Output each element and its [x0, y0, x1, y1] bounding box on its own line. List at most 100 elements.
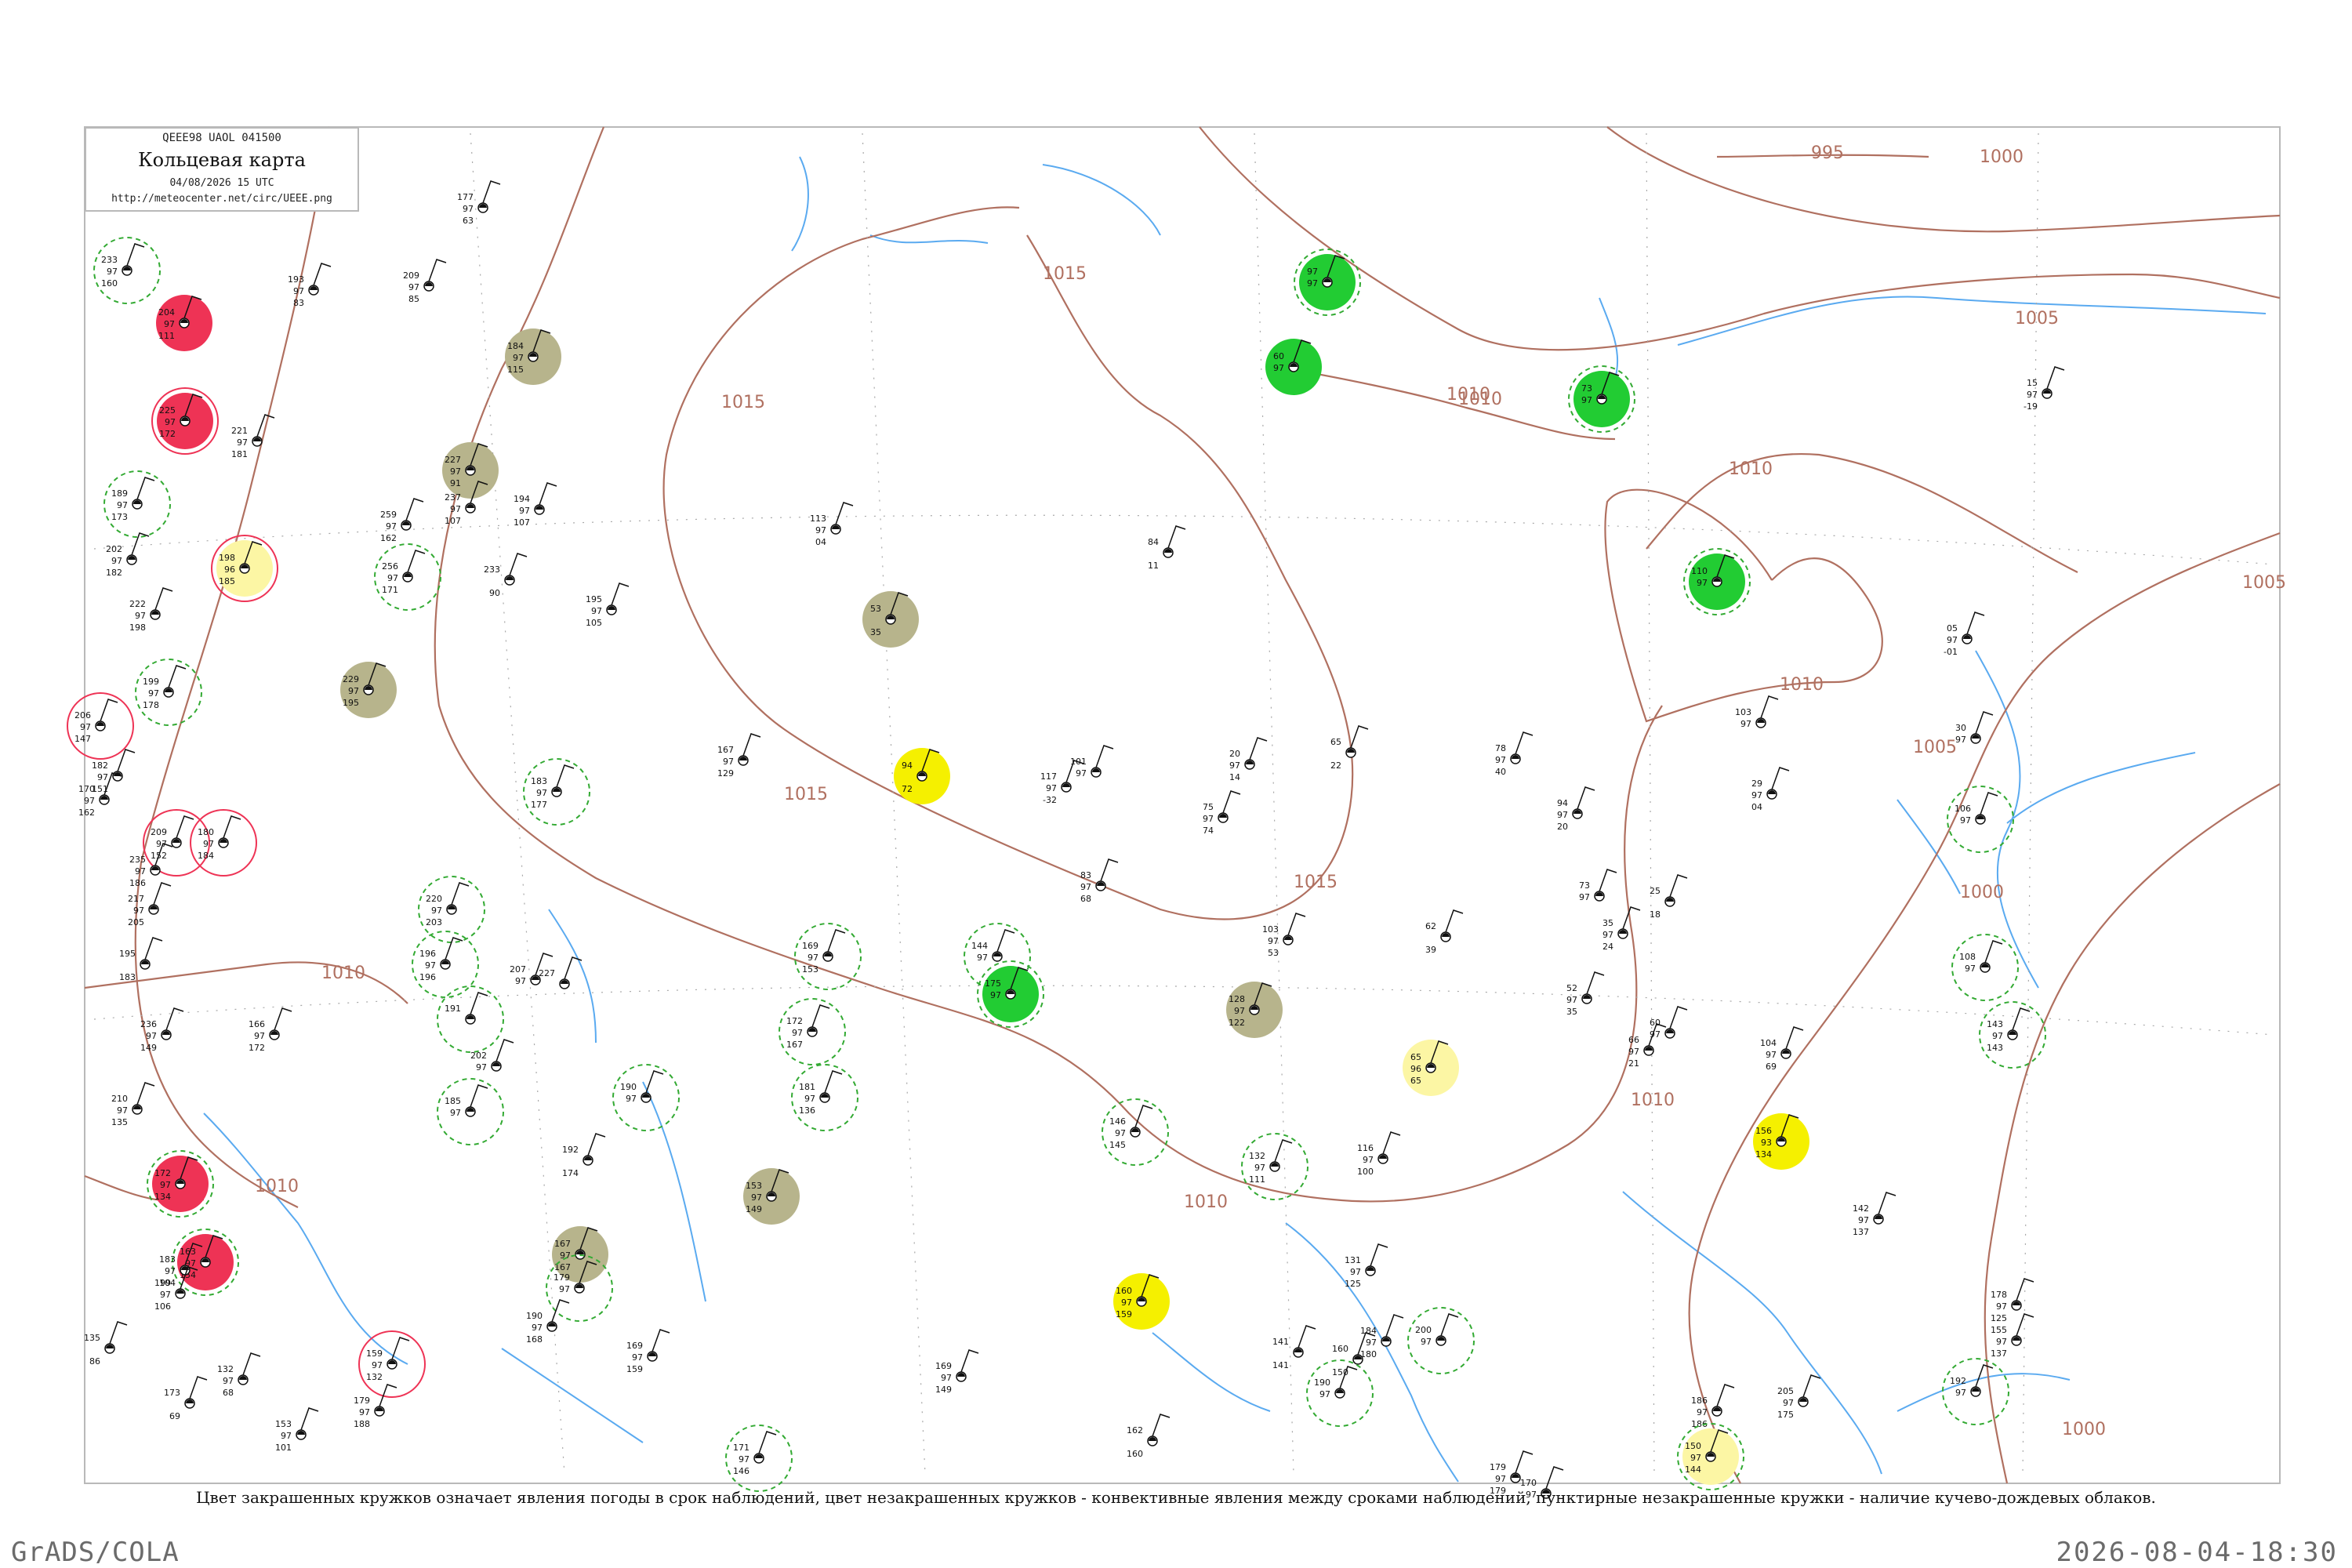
pressure-tendency-value: 97	[559, 1284, 570, 1294]
pressure-tendency-value: 97	[515, 976, 526, 986]
pressure-tendency-value: 97	[1121, 1298, 1132, 1308]
dewpoint-value: -01	[1944, 647, 1958, 657]
isobar-label: 1005	[2015, 309, 2059, 328]
temperature-value: 185	[445, 1096, 461, 1106]
pressure-tendency-value: 97	[293, 286, 304, 296]
station-marker: 20497 111	[156, 295, 212, 351]
temperature-value: 153	[275, 1419, 292, 1429]
isobar-label: 1015	[721, 393, 765, 412]
isobar-label: 1010	[1184, 1192, 1228, 1212]
isobar-label: 1000	[1980, 147, 2024, 167]
pressure-tendency-value: 97	[203, 839, 214, 849]
pressure-tendency-value: 97	[1960, 815, 1971, 826]
pressure-tendency-value: 97	[387, 573, 398, 583]
temperature-value: 132	[1249, 1151, 1265, 1161]
temperature-value: 192	[1950, 1376, 1966, 1386]
temperature-value: 146	[1109, 1116, 1126, 1127]
temperature-value: 163	[180, 1247, 196, 1257]
temperature-value: 173	[164, 1388, 180, 1398]
pressure-tendency-value: 97	[463, 204, 474, 214]
temperature-value: 160	[1116, 1286, 1132, 1296]
dewpoint-value: 144	[1685, 1465, 1701, 1475]
temperature-value: 94	[1557, 798, 1568, 808]
temperature-value: 190	[526, 1311, 543, 1321]
dewpoint-value: 172	[249, 1043, 265, 1053]
temperature-value: 167	[554, 1239, 571, 1249]
dewpoint-value: 04	[1751, 802, 1762, 812]
pressure-tendency-value: 97	[348, 686, 359, 696]
map-date: 04/08/2026 15 UTC	[169, 177, 274, 189]
temperature-value: 194	[514, 494, 530, 504]
dewpoint-value: 175	[1777, 1410, 1794, 1420]
temperature-value: 195	[119, 949, 136, 959]
pressure-tendency-value: 97	[450, 1108, 461, 1118]
temperature-value: 116	[1357, 1143, 1374, 1153]
pressure-tendency-value: 97	[165, 1266, 176, 1276]
dewpoint-value: 186	[129, 878, 146, 888]
temperature-value: 256	[382, 561, 398, 572]
isobar-label: 1000	[2062, 1420, 2106, 1439]
pressure-tendency-value: 97	[751, 1192, 762, 1203]
dewpoint-value: 184	[198, 851, 214, 861]
pressure-tendency-value: 97	[237, 437, 248, 448]
temperature-value: 235	[129, 855, 146, 865]
pressure-tendency-value: 97	[632, 1352, 643, 1363]
temperature-value: 225	[159, 405, 176, 416]
pressure-tendency-value: 97	[536, 788, 547, 798]
temperature-value: 204	[158, 307, 175, 318]
dewpoint-value: 177	[531, 800, 547, 810]
pressure-tendency-value: 97	[1996, 1337, 2007, 1347]
pressure-tendency-value: 97	[117, 1105, 128, 1116]
dewpoint-value: 72	[902, 784, 913, 794]
dewpoint-value: 178	[143, 700, 159, 710]
dewpoint-value: 35	[1566, 1007, 1577, 1017]
dewpoint-value: 69	[169, 1411, 180, 1421]
temperature-value: 190	[620, 1082, 637, 1092]
dewpoint-value: 145	[1109, 1140, 1126, 1150]
dewpoint-value: 107	[514, 517, 530, 528]
dewpoint-value: 111	[158, 331, 175, 341]
dewpoint-value: 21	[1628, 1058, 1639, 1069]
dewpoint-value: 74	[1203, 826, 1214, 836]
dewpoint-value: 39	[1425, 945, 1436, 955]
dewpoint-value: 83	[293, 298, 304, 308]
dewpoint-value: 14	[1229, 772, 1240, 782]
dewpoint-value: 160	[101, 278, 118, 289]
dewpoint-value: 85	[408, 294, 419, 304]
temperature-value: 181	[799, 1082, 815, 1092]
pressure-tendency-value: 97	[1080, 882, 1091, 892]
dewpoint-value: -32	[1043, 795, 1057, 805]
dewpoint-value: 137	[1853, 1227, 1869, 1237]
pressure-tendency-value: 97	[84, 796, 95, 806]
temperature-value: 209	[403, 270, 419, 281]
isobar-label: 1005	[2242, 573, 2286, 593]
dewpoint-value: 105	[586, 618, 602, 628]
temperature-value: 227	[539, 968, 555, 978]
dewpoint-value: 134	[154, 1192, 171, 1202]
dewpoint-value: 11	[1148, 561, 1159, 571]
temperature-value: 191	[445, 1004, 461, 1014]
pressure-tendency-value: 97	[1740, 719, 1751, 729]
pressure-tendency-value: 97	[1366, 1338, 1377, 1348]
temperature-value: 20	[1229, 749, 1240, 759]
dewpoint-value: 63	[463, 216, 474, 226]
pressure-tendency-value: 97	[519, 506, 530, 516]
pressure-tendency-value: 97	[513, 353, 524, 363]
station-marker: 2279791	[442, 442, 499, 499]
dewpoint-value: 136	[799, 1105, 815, 1116]
dewpoint-value: 162	[78, 808, 95, 818]
map: 995 1000 1005 1010 1010 1010 1010 1010 1…	[67, 126, 2286, 1500]
temperature-value: 52	[1566, 983, 1577, 993]
pressure-tendency-value: 97	[532, 1323, 543, 1333]
dewpoint-value: 125	[1991, 1313, 2007, 1323]
pressure-tendency-value: 97	[1581, 395, 1592, 405]
temperature-value: 103	[1735, 707, 1751, 717]
dewpoint-value: 20	[1557, 822, 1568, 832]
dewpoint-value: 168	[526, 1334, 543, 1345]
isobar-label: 1010	[255, 1177, 299, 1196]
isobar-label: 1010	[321, 964, 365, 983]
pressure-tendency-value: 97	[1203, 814, 1214, 824]
dewpoint-value: 24	[1602, 942, 1613, 952]
temperature-value: 84	[1148, 537, 1159, 547]
pressure-tendency-value: 97	[117, 500, 128, 510]
